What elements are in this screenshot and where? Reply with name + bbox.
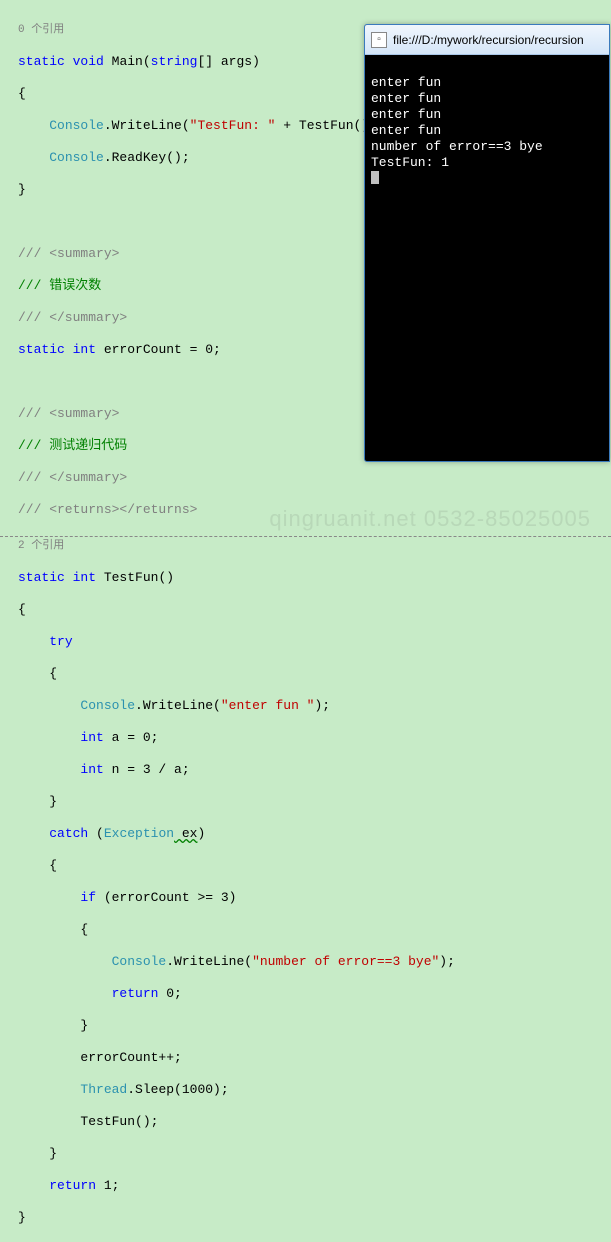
- app-icon: ▫: [371, 32, 387, 48]
- cursor-icon: [371, 171, 379, 184]
- console-output: enter fun enter fun enter fun enter fun …: [365, 55, 609, 209]
- window-title: file:///D:/mywork/recursion/recursion: [393, 33, 584, 47]
- references-count: 2 个引用: [0, 536, 611, 554]
- console-window[interactable]: ▫ file:///D:/mywork/recursion/recursion …: [364, 24, 610, 462]
- titlebar[interactable]: ▫ file:///D:/mywork/recursion/recursion: [365, 25, 609, 55]
